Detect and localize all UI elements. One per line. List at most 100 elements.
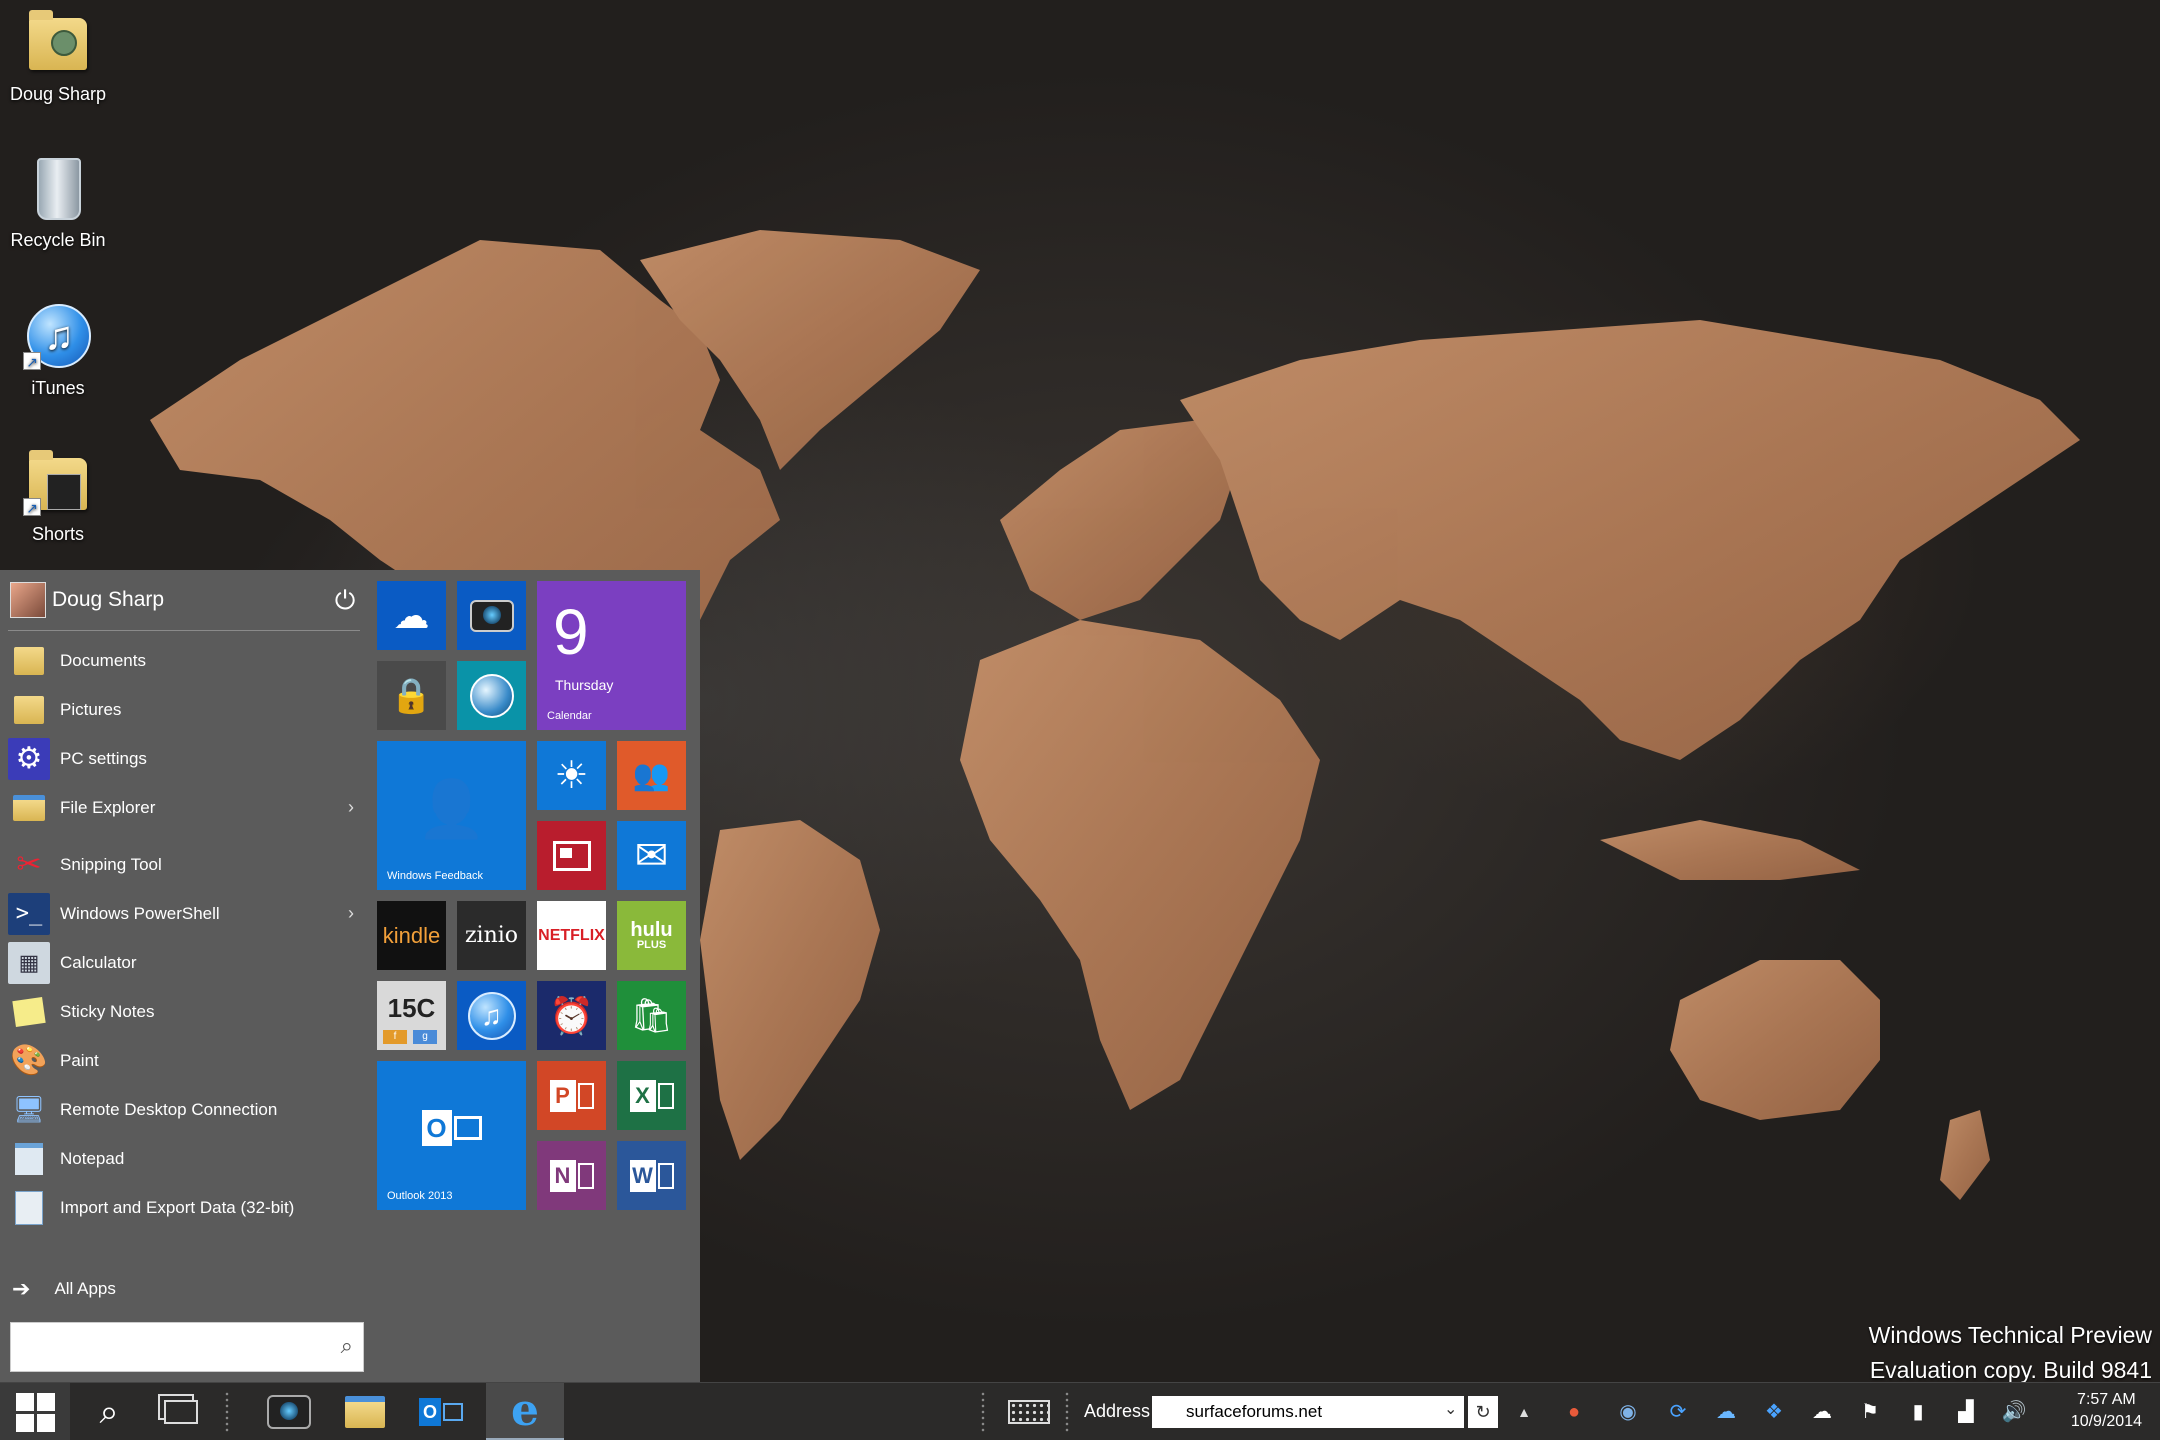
user-account-row[interactable]: Doug Sharp ⏻ [10,582,360,618]
taskbar-camera-app[interactable] [252,1383,326,1440]
user-folder-icon [23,8,93,78]
clock[interactable]: 7:57 AM 10/9/2014 [2071,1389,2142,1433]
globe-icon [469,673,514,718]
start-app-list: Documents Pictures ⚙ PC settings File Ex… [8,636,362,1232]
recycle-bin-icon [23,154,93,224]
start-item-powershell[interactable]: >_ Windows PowerShell › [8,889,362,938]
tile-camera-app[interactable] [457,581,526,650]
refresh-button[interactable]: ↻ [1468,1396,1498,1428]
shortcut-arrow-icon: ↗ [23,352,41,370]
tile-mail[interactable]: ✉ [617,821,686,890]
desktop-icon-label: Doug Sharp [9,84,107,104]
start-item-sticky-notes[interactable]: Sticky Notes [8,987,362,1036]
desktop-icon-recycle-bin[interactable]: Recycle Bin [0,154,116,251]
tile-word[interactable]: W [617,1141,686,1210]
tile-windows-feedback[interactable]: 👤 Windows Feedback [377,741,526,890]
camera-icon [267,1395,311,1429]
action-center-flag-icon[interactable]: ⚑ [1856,1398,1884,1426]
tile-alarm-clock[interactable]: ⏰ [537,981,606,1050]
sun-icon: ☀ [554,754,589,797]
all-apps-button[interactable]: ➔ All Apps [12,1276,116,1302]
chevron-right-icon[interactable]: › [348,903,354,924]
tile-kindle[interactable]: kindle [377,901,446,970]
itunes-icon: ♫ [467,991,516,1040]
start-item-calculator[interactable]: ▦ Calculator [8,938,362,987]
tile-excel[interactable]: X [617,1061,686,1130]
start-item-paint[interactable]: 🎨 Paint [8,1036,362,1085]
tile-powerpoint[interactable]: P [537,1061,606,1130]
itunes-icon: ♫ ↗ [23,302,93,372]
outlook-icon: O [421,1109,482,1146]
taskbar-file-explorer[interactable] [328,1383,402,1440]
start-search-input[interactable] [11,1323,311,1369]
tile-label: Calendar [547,710,592,722]
scissors-icon: ✂ [16,848,42,881]
start-item-import-export-data[interactable]: Import and Export Data (32-bit) [8,1183,362,1232]
feedback-person-icon: 👤 [416,776,487,840]
sticky-notes-icon [8,991,50,1033]
tile-lock-app[interactable]: 🔒 [377,661,446,730]
start-search-box[interactable]: ⌕ [10,1322,364,1372]
desktop-icon-user-folder[interactable]: Doug Sharp [0,8,116,105]
tile-store[interactable]: 🛍 [617,981,686,1050]
toolbar-grip[interactable] [980,1391,986,1433]
start-item-label: PC settings [60,748,147,768]
cloud-icon[interactable]: ☁ [1808,1398,1836,1426]
chevron-down-icon[interactable]: ⌄ [1444,1399,1457,1419]
tile-onenote[interactable]: N [537,1141,606,1210]
alarm-clock-icon: ⏰ [549,994,594,1036]
start-item-notepad[interactable]: Notepad [8,1134,362,1183]
data-import-icon [8,1187,50,1229]
taskbar-internet-explorer[interactable]: e [486,1383,564,1440]
refresh-icon: ↻ [1475,1402,1491,1422]
sync-icon[interactable]: ⟳ [1664,1398,1692,1426]
start-item-snipping-tool[interactable]: ✂ Snipping Tool [8,840,362,889]
task-view-button[interactable] [146,1383,216,1440]
wifi-signal-icon[interactable]: ▟ [1952,1398,1980,1426]
start-item-documents[interactable]: Documents [8,636,362,685]
power-icon[interactable]: ⏻ [330,585,360,615]
dropbox-icon[interactable]: ❖ [1760,1398,1788,1426]
start-item-remote-desktop[interactable]: 🖥 Remote Desktop Connection [8,1085,362,1134]
start-item-label: Snipping Tool [60,854,162,874]
start-item-pc-settings[interactable]: ⚙ PC settings [8,734,362,783]
desktop-icon-itunes[interactable]: ♫ ↗ iTunes [0,302,116,399]
tile-15c-calculator[interactable]: 15C f g [377,981,446,1050]
toolbar-grip[interactable] [224,1391,230,1433]
network-globe-icon[interactable]: ◉ [1614,1398,1642,1426]
address-toolbar-label: Address [1084,1401,1151,1421]
volume-icon[interactable]: 🔊 [2000,1398,2028,1426]
start-item-file-explorer[interactable]: File Explorer › [8,783,362,832]
address-input[interactable]: surfaceforums.net [1152,1396,1464,1428]
search-icon: ⌕ [99,1392,119,1431]
tile-zinio[interactable]: zinio [457,901,526,970]
onedrive-icon[interactable]: ☁ [1712,1398,1740,1426]
tile-calendar[interactable]: 9 Thursday Calendar [537,581,686,730]
start-menu: Doug Sharp ⏻ Documents Pictures ⚙ PC set… [0,570,700,1382]
toolbar-grip[interactable] [1064,1391,1070,1433]
tile-itunes[interactable]: ♫ [457,981,526,1050]
tile-netflix[interactable]: NETFLIX [537,901,606,970]
tile-hulu-plus[interactable]: hulu PLUS [617,901,686,970]
chevron-right-icon[interactable]: › [348,797,354,818]
show-hidden-icons-button[interactable]: ▲ [1510,1398,1538,1426]
start-button[interactable] [0,1383,70,1440]
start-item-label: Paint [60,1050,99,1070]
tile-weather[interactable]: ☀ [537,741,606,810]
search-icon[interactable]: ⌕ [341,1333,353,1359]
taskbar-outlook[interactable]: O [404,1383,478,1440]
tile-people[interactable]: 👥 [617,741,686,810]
tile-globe-app[interactable] [457,661,526,730]
tile-outlook[interactable]: O Outlook 2013 [377,1061,526,1210]
folder-shortcut-icon: ↗ [23,448,93,518]
battery-icon[interactable]: ▮ [1904,1398,1932,1426]
desktop-icon-label: Recycle Bin [10,230,106,250]
start-item-pictures[interactable]: Pictures [8,685,362,734]
documents-folder-icon [8,640,50,682]
tile-news[interactable] [537,821,606,890]
tray-app-icon[interactable]: ● [1560,1398,1588,1426]
touch-keyboard-button[interactable] [1002,1383,1056,1440]
taskbar-search-button[interactable]: ⌕ [74,1383,144,1440]
desktop-icon-shorts[interactable]: ↗ Shorts [0,448,116,545]
tile-onedrive[interactable]: ☁ [377,581,446,650]
